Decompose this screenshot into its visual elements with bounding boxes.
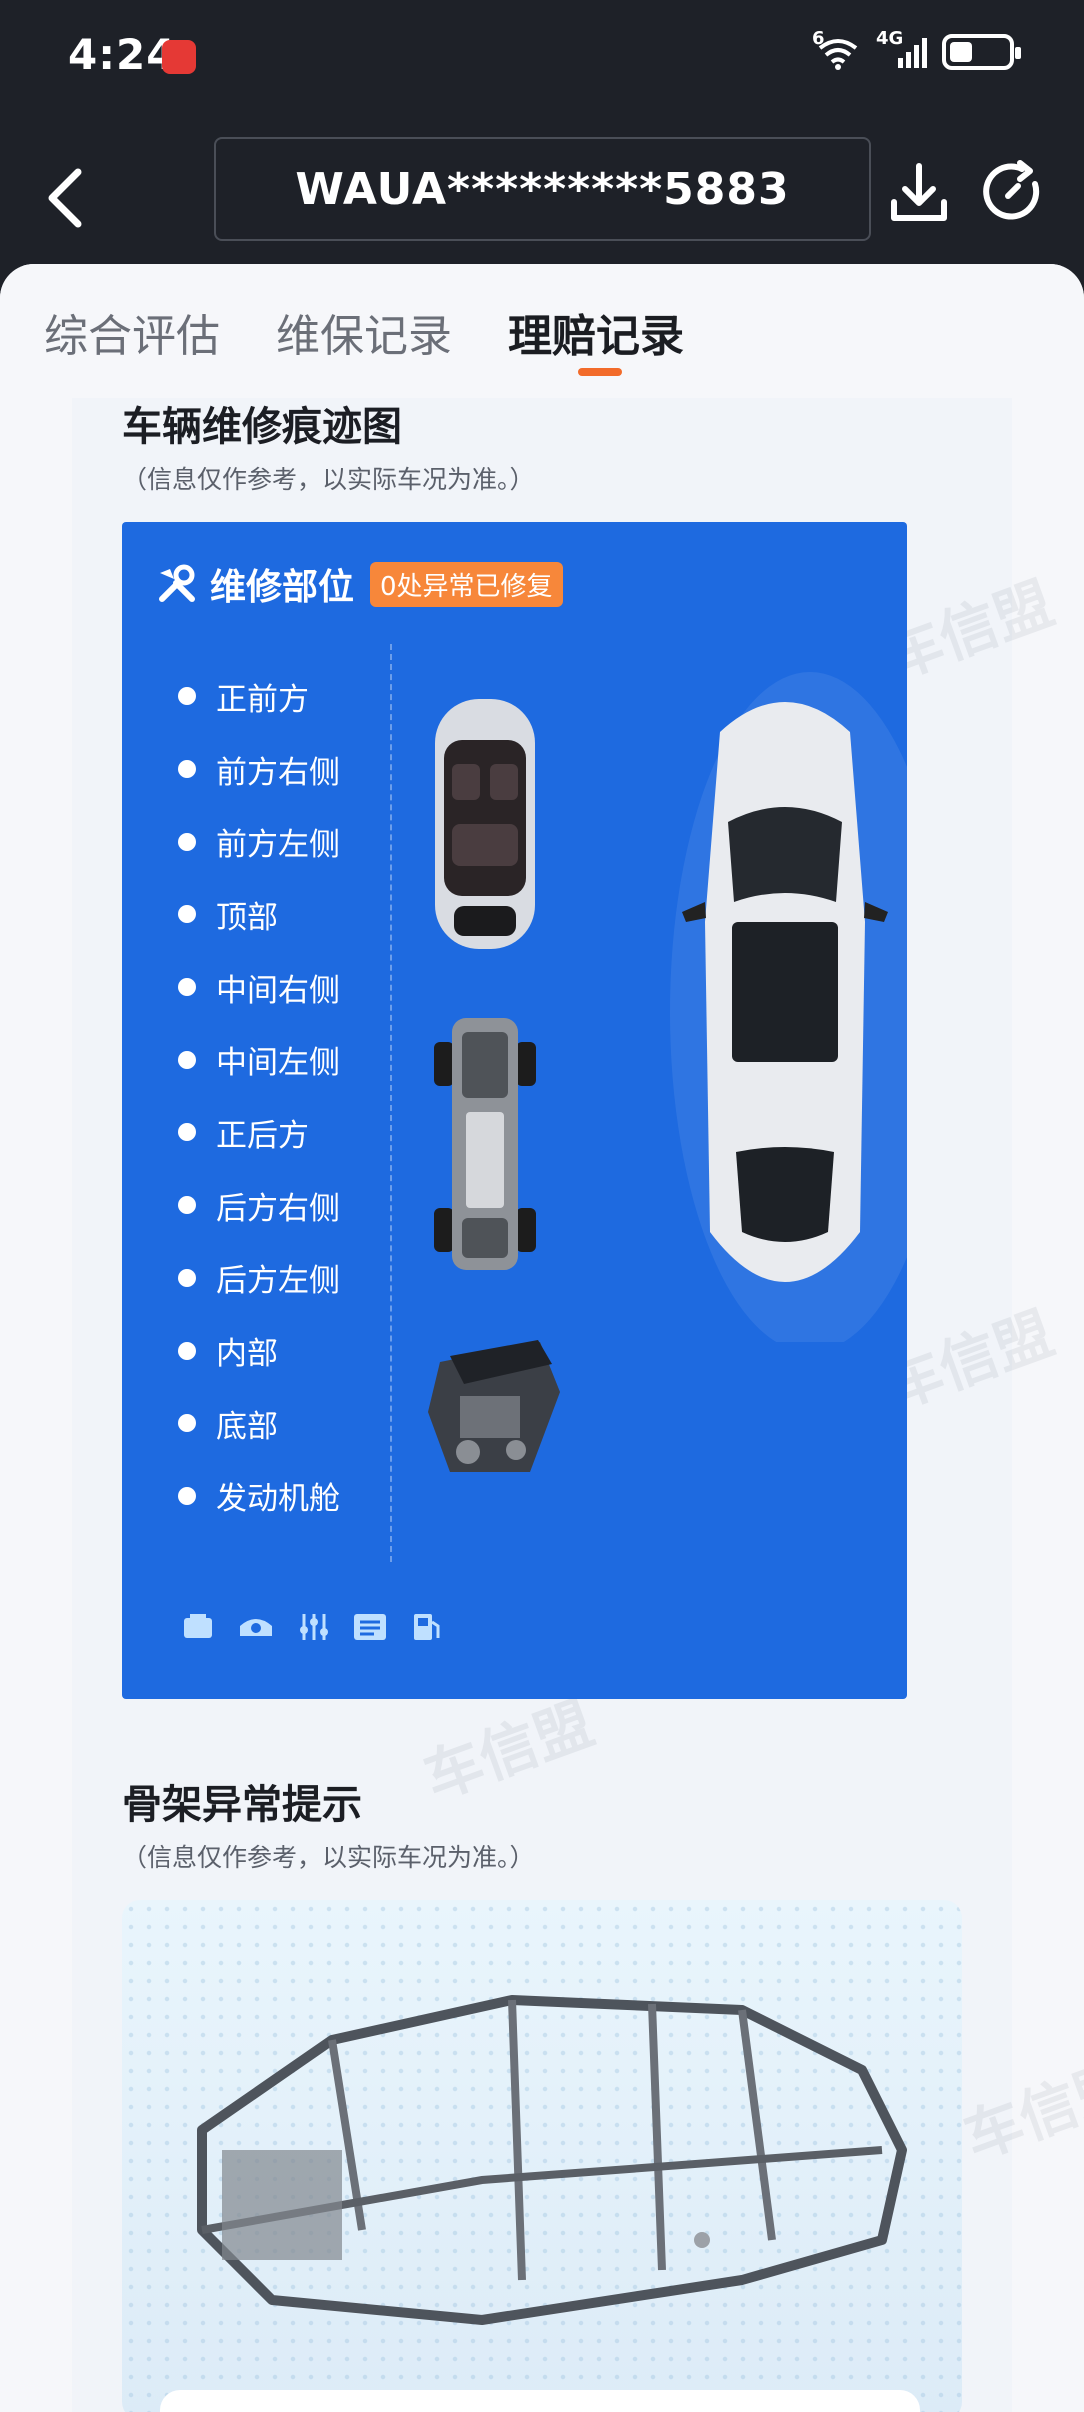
part-label: 中间右侧 [216,972,340,1009]
part-item-underbody[interactable]: 底部 [178,1387,340,1460]
active-tab-indicator [578,368,622,376]
bullet-icon [178,687,196,706]
part-label: 正前方 [216,681,309,718]
bullet-icon [178,832,196,851]
part-item-rear-right[interactable]: 后方右侧 [178,1169,340,1242]
wifi-icon: 6 [812,28,864,72]
part-label: 后方左侧 [216,1263,340,1300]
card-title: 维修部位 [210,567,355,608]
status-time: 4:24 [68,30,177,79]
fuel-pump-icon [408,1612,444,1646]
repair-map-card: 维修部位 0处异常已修复 正前方 前方右侧 前方左侧 顶部 中间右侧 中间左侧 … [122,522,907,1699]
download-icon [891,163,947,221]
document-list-icon [352,1612,388,1646]
bullet-icon [178,1196,196,1215]
tab-overall-assessment[interactable]: 综合评估 [44,300,220,364]
part-item-front[interactable]: 正前方 [178,660,340,733]
app-notification-icon [162,40,196,74]
back-button[interactable] [34,160,94,236]
bullet-icon [178,1414,196,1433]
part-label: 后方右侧 [216,1190,340,1227]
frame-table-header [160,2390,920,2412]
top-nav-bar: WAUA*********5883 [0,120,1084,260]
refresh-button[interactable] [982,158,1048,228]
repair-part-list: 正前方 前方右侧 前方左侧 顶部 中间右侧 中间左侧 正后方 后方右侧 后方左侧… [178,660,340,1532]
part-item-roof[interactable]: 顶部 [178,878,340,951]
frame-diagram-card [122,1900,962,2412]
wifi-label: 6 [812,28,825,49]
list-divider [390,644,392,1562]
frame-alert-title: 骨架异常提示 [122,1782,362,1828]
bullet-icon [178,1486,196,1505]
part-label: 中间左侧 [216,1045,340,1082]
part-item-front-left[interactable]: 前方左侧 [178,805,340,878]
part-label: 底部 [216,1408,278,1445]
refresh-icon [983,160,1040,220]
frame-alert-note: （信息仅作参考，以实际车况为准。） [122,1843,535,1872]
part-item-front-right[interactable]: 前方右侧 [178,733,340,806]
tab-bar: 综合评估 维保记录 理赔记录 [0,264,1084,398]
system-icons: 6 4G [812,28,1021,72]
part-item-middle-left[interactable]: 中间左侧 [178,1023,340,1096]
part-item-interior[interactable]: 内部 [178,1314,340,1387]
part-item-engine-bay[interactable]: 发动机舱 [178,1460,340,1533]
part-label: 前方右侧 [216,754,340,791]
part-label: 前方左侧 [216,827,340,864]
repair-map-note: （信息仅作参考，以实际车况为准。） [122,465,535,494]
adjustment-sliders-icon [296,1612,332,1646]
car-interior-thumbnail[interactable] [430,694,540,954]
cellular-signal-icon: 4G [876,28,930,72]
card-header: 维修部位 0处异常已修复 [156,558,563,610]
bullet-icon [178,978,196,997]
bullet-icon [178,1341,196,1360]
part-item-rear[interactable]: 正后方 [178,1096,340,1169]
part-item-rear-left[interactable]: 后方左侧 [178,1242,340,1315]
repair-map-title: 车辆维修痕迹图 [122,404,402,450]
bullet-icon [178,905,196,924]
status-bar: 4:24 6 4G [0,0,1084,112]
car-body-icon [180,1612,216,1646]
part-label: 内部 [216,1336,278,1373]
report-icon-row [180,1612,444,1646]
tab-maintenance-records[interactable]: 维保记录 [276,300,452,364]
bullet-icon [178,1123,196,1142]
car-frame-diagram [197,1995,907,2325]
download-button[interactable] [888,158,950,228]
bullet-icon [178,760,196,779]
car-top-view-diagram [670,672,907,1342]
bullet-icon [178,1268,196,1287]
chevron-left-icon [48,168,82,228]
engine-icon [236,1612,276,1646]
part-item-middle-right[interactable]: 中间右侧 [178,951,340,1024]
tab-claim-records[interactable]: 理赔记录 [508,300,684,364]
network-label: 4G [876,28,904,49]
part-label: 顶部 [216,899,278,936]
bullet-icon [178,1050,196,1069]
part-label: 正后方 [216,1117,309,1154]
repair-status-badge: 0处异常已修复 [370,561,563,607]
engine-thumbnail[interactable] [420,1332,566,1482]
car-chassis-thumbnail[interactable] [428,1012,542,1276]
vin-display: WAUA*********5883 [214,137,871,241]
wrench-icon [159,564,195,602]
battery-icon [942,34,1021,70]
part-label: 发动机舱 [216,1481,340,1518]
